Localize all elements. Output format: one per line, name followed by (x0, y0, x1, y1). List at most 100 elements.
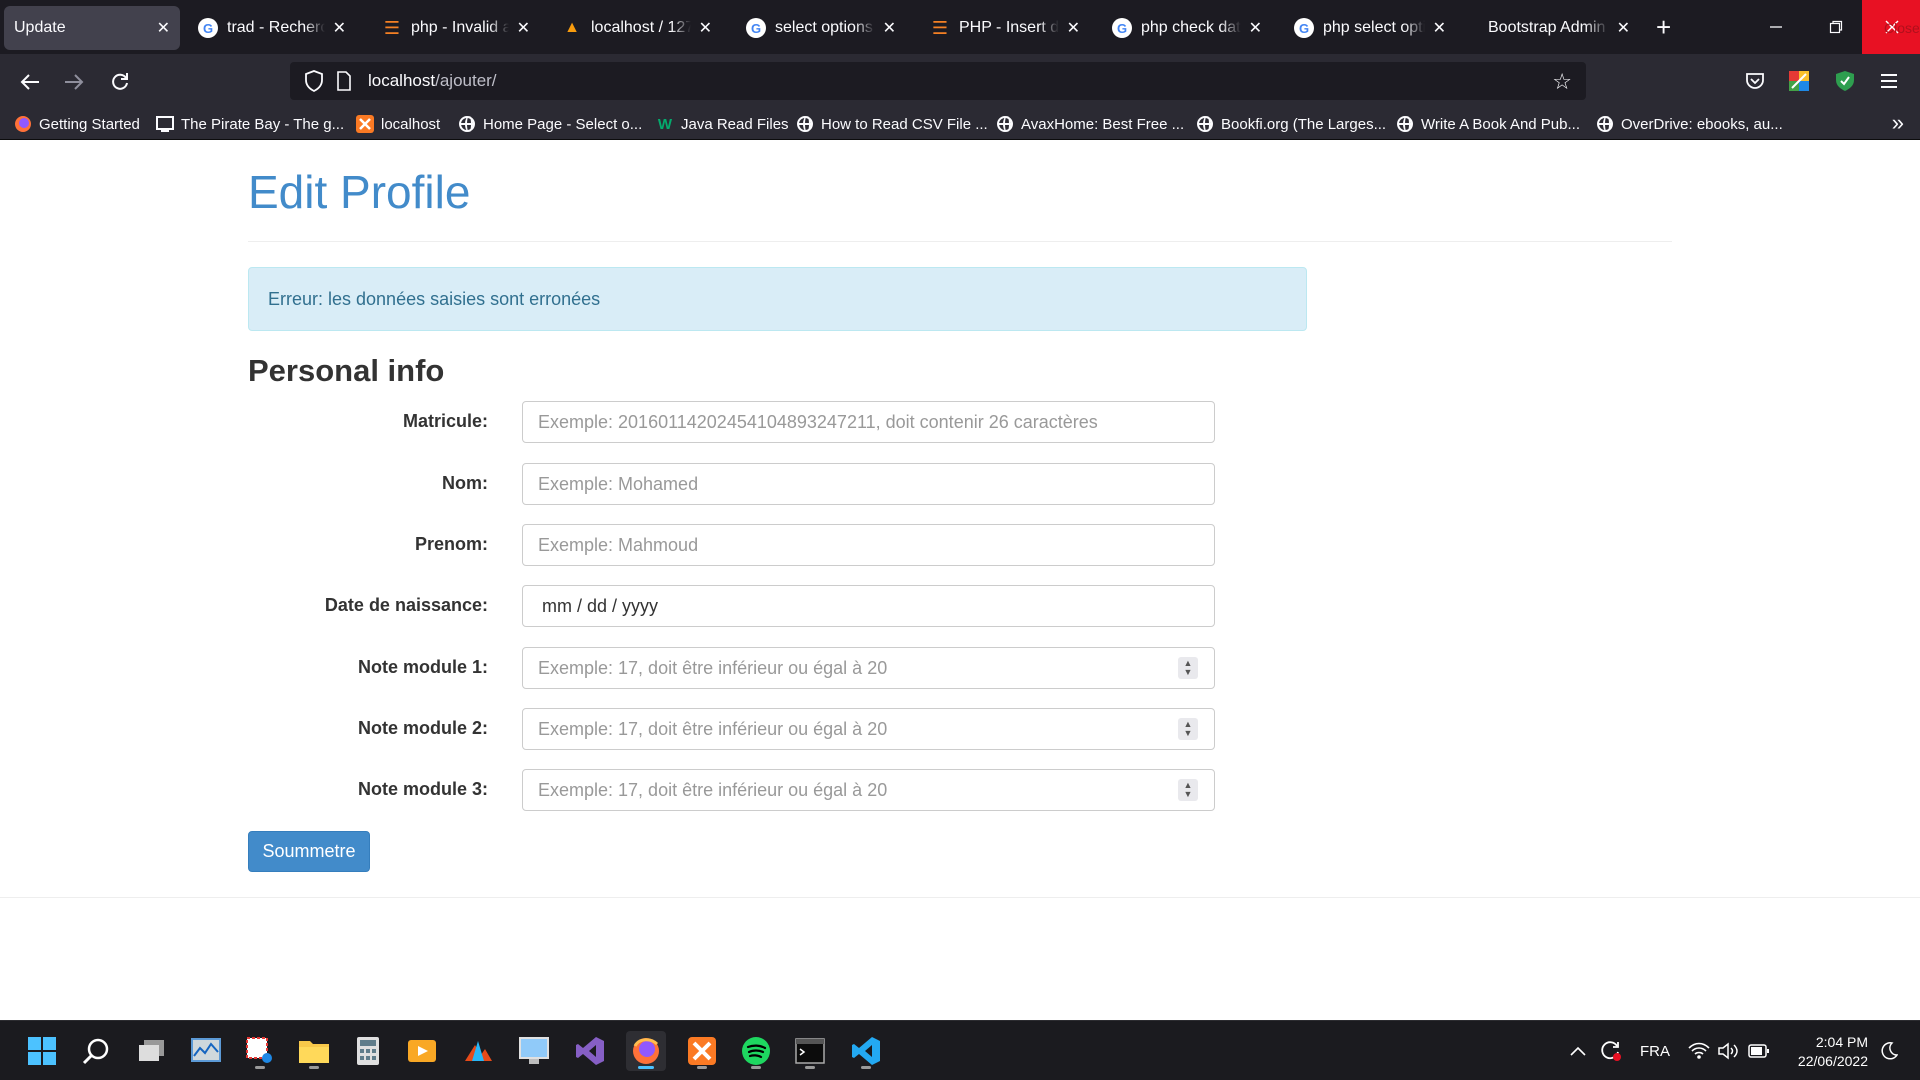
search-icon (82, 1038, 109, 1065)
resource-monitor-icon (191, 1038, 221, 1062)
pirate-icon (156, 115, 174, 133)
bookmark-write-a-book[interactable]: Write A Book And Pub... (1396, 112, 1580, 136)
taskbar-app-calculator[interactable] (348, 1031, 388, 1071)
task-view-icon (139, 1040, 164, 1061)
close-icon[interactable]: ✕ (1249, 18, 1262, 38)
date-format-text: mm / dd / yyyy (542, 595, 659, 616)
form-row-nom: Nom: (248, 463, 1216, 505)
globe-icon (1596, 115, 1614, 133)
taskbar-app-remote-desktop[interactable] (514, 1031, 554, 1071)
note-module-3-input[interactable] (538, 779, 1214, 801)
tab-php-check-date[interactable]: G php check date g ✕ (1102, 6, 1272, 50)
taskbar-app-spotify[interactable] (736, 1031, 776, 1071)
bookmark-avaxhome[interactable]: AvaxHome: Best Free ... (996, 112, 1184, 136)
bookmark-overdrive[interactable]: OverDrive: ebooks, au... (1596, 112, 1783, 136)
show-hidden-icons-button[interactable] (1570, 1021, 1586, 1080)
submit-button[interactable]: Soummetre (248, 831, 370, 872)
tab-title: Update (14, 19, 66, 36)
chevron-double-right-icon[interactable]: » (1892, 110, 1904, 136)
close-icon[interactable]: ✕ (1617, 18, 1630, 38)
search-button[interactable] (76, 1031, 116, 1071)
note-module-1-input[interactable] (538, 657, 1214, 679)
number-spinner-icon[interactable]: ▲ ▼ (1178, 718, 1198, 740)
tab-title: php check date g (1141, 19, 1241, 36)
globe-icon (1196, 115, 1214, 133)
minimize-button[interactable] (1746, 0, 1806, 54)
tab-trad[interactable]: G trad - Recherche ✕ (188, 6, 356, 50)
tab-select-options[interactable]: G select options htm ✕ (736, 6, 906, 50)
date-naissance-input[interactable]: mm / dd / yyyy (522, 585, 1215, 627)
taskbar-app-xampp[interactable] (682, 1031, 722, 1071)
taskbar-app-snipping[interactable] (240, 1031, 280, 1071)
taskbar-app-vscode[interactable] (846, 1031, 886, 1071)
bookmark-read-csv[interactable]: How to Read CSV File ... (796, 112, 988, 136)
tracking-protection-shield-icon[interactable] (304, 70, 324, 92)
close-window-button[interactable]: Close (1862, 0, 1920, 54)
taskbar-app-visual-studio[interactable] (570, 1031, 610, 1071)
address-bar[interactable]: localhost/ajouter/ ☆ (290, 62, 1586, 100)
adblock-extension-button[interactable] (1832, 68, 1858, 94)
task-view-button[interactable] (132, 1031, 172, 1071)
bookmark-localhost[interactable]: localhost (356, 112, 440, 136)
globe-icon (996, 115, 1014, 133)
forward-button[interactable] (58, 66, 90, 98)
reload-button[interactable] (104, 66, 136, 98)
new-tab-button[interactable]: + (1656, 12, 1671, 42)
page-content: Edit Profile Erreur: les données saisies… (0, 141, 1920, 1019)
restore-button[interactable] (1806, 0, 1866, 54)
extension-color-button[interactable] (1786, 68, 1812, 94)
chevron-up-icon (1570, 1046, 1586, 1056)
xampp-icon (688, 1037, 716, 1065)
taskbar-app-file-explorer[interactable] (294, 1031, 334, 1071)
bookmark-label: localhost (381, 115, 441, 133)
arrow-right-icon (65, 74, 84, 90)
taskbar-app-monitor[interactable] (186, 1031, 226, 1071)
bookmark-star-icon[interactable]: ☆ (1552, 69, 1572, 95)
tab-phpmyadmin[interactable]: ▲ localhost / 127.0. ✕ (552, 6, 722, 50)
close-icon[interactable]: ✕ (333, 18, 346, 38)
taskbar-app-firefox[interactable] (626, 1031, 666, 1071)
matricule-input[interactable] (538, 411, 1214, 433)
back-button[interactable] (14, 66, 46, 98)
bookmark-label: OverDrive: ebooks, au... (1621, 115, 1783, 133)
taskbar-app-terminal[interactable] (790, 1031, 830, 1071)
tab-php-insert-date[interactable]: ☰ PHP - Insert date ✕ (920, 6, 1090, 50)
bookmark-getting-started[interactable]: Getting Started (14, 112, 140, 136)
close-icon[interactable]: ✕ (517, 18, 530, 38)
number-spinner-icon[interactable]: ▲ ▼ (1178, 657, 1198, 679)
page-icon[interactable] (336, 71, 352, 91)
bookmark-home-page[interactable]: Home Page - Select o... (458, 112, 642, 136)
bookmark-pirate-bay[interactable]: The Pirate Bay - The g... (156, 112, 344, 136)
taskbar-app-photos[interactable] (458, 1031, 498, 1071)
number-spinner-icon[interactable]: ▲ ▼ (1178, 779, 1198, 801)
tab-update[interactable]: Update ✕ (4, 6, 180, 50)
clock[interactable]: 2:04 PM 22/06/2022 (1798, 1033, 1868, 1071)
close-icon[interactable]: ✕ (1067, 18, 1080, 38)
tab-php-select-option[interactable]: G php select option ✕ (1284, 6, 1456, 50)
bookmark-bookfi[interactable]: Bookfi.org (The Larges... (1196, 112, 1386, 136)
sync-tray-button[interactable] (1600, 1021, 1622, 1080)
start-button[interactable] (22, 1031, 62, 1071)
volume-button[interactable] (1718, 1021, 1740, 1080)
close-icon[interactable]: ✕ (883, 18, 896, 38)
network-button[interactable] (1688, 1021, 1710, 1080)
app-menu-button[interactable] (1876, 68, 1902, 94)
note-module-2-input[interactable] (538, 718, 1214, 740)
phpmyadmin-icon: ▲ (564, 19, 580, 36)
close-icon[interactable]: ✕ (1433, 18, 1446, 38)
pocket-button[interactable] (1742, 68, 1768, 94)
prenom-input[interactable] (538, 534, 1214, 556)
pocket-icon (1746, 73, 1764, 89)
tab-php-invalid[interactable]: ☰ php - Invalid argu ✕ (372, 6, 540, 50)
language-indicator[interactable]: FRA (1640, 1021, 1670, 1080)
taskbar-app-media-player[interactable] (402, 1031, 442, 1071)
bookmark-label: The Pirate Bay - The g... (181, 115, 345, 133)
bookmark-java-read-files[interactable]: W Java Read Files (656, 112, 789, 136)
tab-bootstrap-admin[interactable]: Bootstrap Admin The ✕ (1468, 6, 1640, 50)
notifications-button[interactable] (1880, 1021, 1898, 1080)
bookmark-label: Getting Started (39, 115, 140, 133)
close-icon[interactable]: ✕ (157, 18, 170, 38)
close-icon[interactable]: ✕ (699, 18, 712, 38)
battery-button[interactable] (1748, 1021, 1770, 1080)
nom-input[interactable] (538, 473, 1214, 495)
